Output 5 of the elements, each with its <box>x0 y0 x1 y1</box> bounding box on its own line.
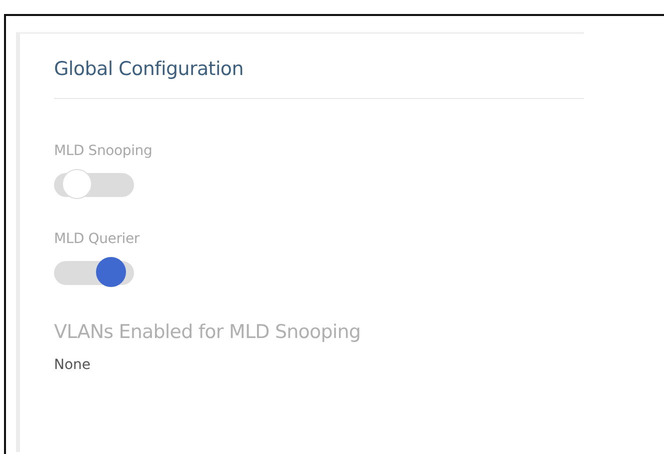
setting-label: MLD Snooping <box>54 143 154 159</box>
panel-title: Global Configuration <box>54 58 245 80</box>
setting-label: MLD Querier <box>54 231 141 247</box>
setting-label: VLANs Enabled for MLD Snooping <box>54 321 362 343</box>
setting-value: None <box>54 357 92 373</box>
